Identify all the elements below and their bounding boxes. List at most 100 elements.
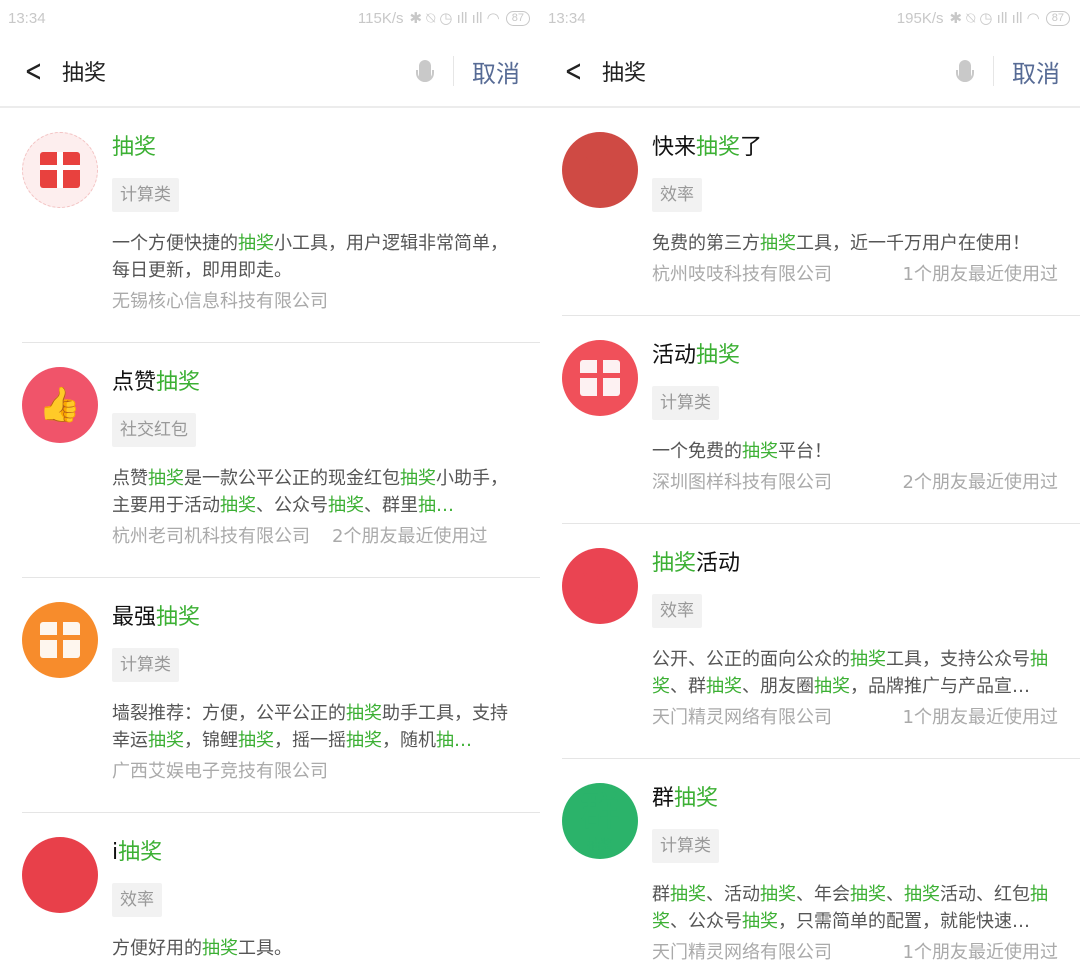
desc-segment: 、公众号 (256, 495, 328, 516)
search-input[interactable]: 抽奖 (62, 55, 419, 87)
status-icons: 115K/s ✱ ⍉ ◷ ıll ıll ◠ 87 (358, 9, 530, 27)
result-body: 点赞抽奖 社交红包 点赞抽奖是一款公平公正的现金红包抽奖小助手，主要用于活动抽奖、公… (112, 365, 540, 555)
friends-used: 1个朋友最近使用过 (902, 942, 1058, 960)
microphone-icon[interactable] (416, 60, 434, 82)
prize-char-icon: 奖 (562, 132, 638, 208)
icon-subtext: 抽奖 (586, 837, 613, 853)
search-bar: < 抽奖 取消 (540, 36, 1080, 108)
desc-segment: 抽奖 (670, 884, 706, 905)
back-button[interactable]: < (25, 54, 56, 89)
title-segment: 点赞 (112, 370, 157, 395)
title-segment: 抽奖 (118, 840, 163, 865)
prize-char-icon: 奖 (562, 548, 638, 624)
result-title[interactable]: 快来抽奖了 (652, 130, 1058, 166)
result-title[interactable]: 最强抽奖 (112, 600, 518, 636)
search-bar: < 抽奖 取消 (0, 36, 540, 108)
screen-right: 13:34 195K/s ✱ ⍉ ◷ ıll ıll ◠ 87 < 抽奖 取消奖快来抽奖了效… (540, 0, 1080, 960)
desc-segment: 抽奖 (220, 495, 256, 516)
desc-segment: 抽奖 (202, 938, 238, 959)
title-segment: 活动 (652, 343, 697, 368)
desc-segment: 抽奖 (814, 676, 850, 697)
friends-used: 1个朋友最近使用过 (902, 264, 1058, 285)
result-title[interactable]: 抽奖 (112, 130, 518, 166)
result-meta: 杭州老司机科技有限公司 2个朋友最近使用过 (112, 519, 518, 555)
title-segment: 群 (652, 786, 675, 811)
desc-segment: 、公众号 (670, 911, 742, 932)
developer-name: 广西艾娱电子竞技有限公司 (112, 761, 328, 782)
desc-segment: 、群 (670, 676, 706, 697)
developer-name: 天门精灵网络有限公司 (652, 942, 832, 960)
result-item[interactable]: 奖快来抽奖了 效率 免费的第三方抽奖工具，近一千万用户在使用！ 杭州吱吱科技有限公司 1… (540, 108, 1080, 316)
result-title[interactable]: 群抽奖 (652, 781, 1058, 817)
icon-glyph: 奖 (580, 151, 620, 197)
category-tag: 计算类 (652, 386, 719, 420)
desc-segment: 点赞 (112, 468, 148, 489)
result-body: 活动抽奖 计算类 一个免费的抽奖平台！ 深圳图样科技有限公司 2个朋友最近使用过 (652, 338, 1080, 501)
title-segment: 抽奖 (156, 605, 201, 630)
signal-wifi-icons: ✱ ⍉ ◷ ıll ıll ◠ (949, 10, 1040, 27)
result-item[interactable]: 👍 点赞抽奖 社交红包 点赞抽奖是一款公平公正的现金红包抽奖小助手，主要用于活动抽奖、… (0, 343, 540, 578)
result-item[interactable]: ⬢ i抽奖 效率 方便好用的抽奖工具。 (0, 813, 540, 960)
result-item[interactable]: 群抽奖 群抽奖 计算类 群抽奖、活动抽奖、年会抽奖、抽奖活动、红包抽奖、公众号抽奖，只… (540, 759, 1080, 960)
developer-name: 杭州吱吱科技有限公司 (652, 264, 832, 285)
desc-segment: 工具。 (238, 938, 292, 959)
back-button[interactable]: < (565, 54, 596, 89)
microphone-icon[interactable] (956, 60, 974, 82)
category-tag: 计算类 (652, 829, 719, 863)
screen-left: 13:34 115K/s ✱ ⍉ ◷ ıll ıll ◠ 87 < 抽奖 取消 抽奖 计算类 一个… (0, 0, 540, 960)
developer-name: 无锡核心信息科技有限公司 (112, 291, 328, 312)
desc-segment: 一个方便快捷的 (112, 233, 238, 254)
title-segment: 抽奖 (112, 135, 157, 160)
result-item[interactable]: 抽奖 计算类 一个方便快捷的抽奖小工具，用户逻辑非常简单，每日更新，即用即走。 无锡核… (0, 108, 540, 343)
status-time: 13:34 (8, 9, 46, 27)
gift-shape (580, 360, 620, 396)
title-segment: 抽奖 (674, 786, 719, 811)
desc-segment: ，只需简单的配置，就能快速… (778, 911, 1030, 932)
title-segment: 快来 (652, 135, 697, 160)
result-description: 点赞抽奖是一款公平公正的现金红包抽奖小助手，主要用于活动抽奖、公众号抽奖、群里抽… (112, 465, 518, 519)
desc-segment: 、朋友圈 (742, 676, 814, 697)
search-input[interactable]: 抽奖 (602, 55, 959, 87)
desc-segment: 墙裂推荐：方便，公平公正的 (112, 703, 346, 724)
icon-glyph: 群 (580, 788, 620, 835)
desc-segment: 抽奖 (706, 676, 742, 697)
result-body: i抽奖 效率 方便好用的抽奖工具。 (112, 835, 540, 960)
category-tag: 计算类 (112, 178, 179, 212)
desc-segment: 抽奖 (346, 703, 382, 724)
cancel-button[interactable]: 取消 (454, 54, 540, 89)
result-body: 抽奖 计算类 一个方便快捷的抽奖小工具，用户逻辑非常简单，每日更新，即用即走。 无锡核… (112, 130, 540, 320)
result-body: 快来抽奖了 效率 免费的第三方抽奖工具，近一千万用户在使用！ 杭州吱吱科技有限公司 1个… (652, 130, 1080, 293)
result-body: 最强抽奖 计算类 墙裂推荐：方便，公平公正的抽奖助手工具，支持幸运抽奖，锦鲤抽奖，摇… (112, 600, 540, 790)
cancel-button[interactable]: 取消 (994, 54, 1080, 89)
result-item[interactable]: 奖抽奖活动 效率 公开、公正的面向公众的抽奖工具，支持公众号抽奖、群抽奖、朋友圈抽奖… (540, 524, 1080, 759)
desc-segment: 群 (652, 884, 670, 905)
result-title[interactable]: i抽奖 (112, 835, 518, 871)
desc-segment: 抽… (418, 495, 454, 516)
desc-segment: 、活动 (706, 884, 760, 905)
result-meta: 杭州吱吱科技有限公司 1个朋友最近使用过 (652, 257, 1058, 293)
developer-name: 杭州老司机科技有限公司 (112, 526, 310, 547)
result-description: 免费的第三方抽奖工具，近一千万用户在使用！ (652, 230, 1058, 257)
result-title[interactable]: 点赞抽奖 (112, 365, 518, 401)
desc-segment: 一个免费的 (652, 441, 742, 462)
status-bar: 13:34 115K/s ✱ ⍉ ◷ ıll ıll ◠ 87 (0, 0, 540, 36)
desc-segment: 活动、红包 (940, 884, 1030, 905)
desc-segment: 抽奖 (904, 884, 940, 905)
category-tag: 社交红包 (112, 413, 196, 447)
result-item[interactable]: 最强抽奖 计算类 墙裂推荐：方便，公平公正的抽奖助手工具，支持幸运抽奖，锦鲤抽奖，摇… (0, 578, 540, 813)
result-description: 公开、公正的面向公众的抽奖工具，支持公众号抽奖、群抽奖、朋友圈抽奖，品牌推广与产… (652, 646, 1058, 700)
desc-segment: 、 (886, 884, 904, 905)
desc-segment: 免费的第三方 (652, 233, 760, 254)
result-title[interactable]: 抽奖活动 (652, 546, 1058, 582)
battery-icon: 87 (1045, 10, 1070, 26)
gift-box-icon (22, 602, 98, 678)
result-item[interactable]: 活动抽奖 计算类 一个免费的抽奖平台！ 深圳图样科技有限公司 2个朋友最近使用过 (540, 316, 1080, 524)
title-segment: 抽奖 (696, 343, 741, 368)
desc-segment: ，品牌推广与产品宣… (850, 676, 1030, 697)
result-meta: 天门精灵网络有限公司 1个朋友最近使用过 (652, 700, 1058, 736)
title-segment: 抽奖 (156, 370, 201, 395)
result-title[interactable]: 活动抽奖 (652, 338, 1058, 374)
result-description: 方便好用的抽奖工具。 (112, 935, 518, 960)
desc-segment: 、群里 (364, 495, 418, 516)
desc-segment: 抽奖 (742, 441, 778, 462)
